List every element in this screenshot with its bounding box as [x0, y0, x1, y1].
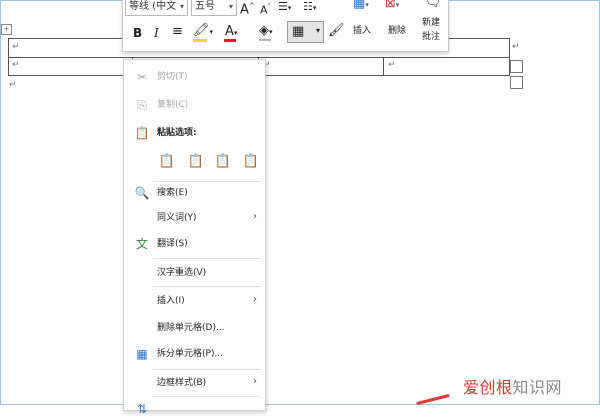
menu-item-label: 复制(C)	[157, 100, 189, 110]
grow-font-button[interactable]: A^	[240, 0, 255, 17]
watermark-suffix: 知识网	[512, 378, 563, 397]
table-cell-paragraph-mark: ↵	[12, 42, 20, 52]
paragraph-mark: ↵	[9, 80, 17, 90]
delete-table-icon[interactable]: ⊠▾	[385, 0, 399, 12]
menu-item-insert[interactable]: 插入(I) ›	[124, 290, 265, 312]
menu-separator	[153, 286, 261, 287]
menu-item-label: 搜索(E)	[157, 188, 188, 198]
clipboard-icon: 📋	[134, 126, 150, 140]
borders-button[interactable]: ▦ ▾	[287, 21, 324, 43]
table-resize-handle[interactable]	[510, 76, 523, 89]
new-comment-label[interactable]: 新建	[422, 17, 440, 29]
menu-item-copy[interactable]: ⎘ 复制(C)	[124, 94, 265, 116]
table-cell-paragraph-mark: ↵	[12, 60, 20, 70]
mini-toolbar: 等线 (中文 ▾ 五号 ▾ A^ Aˇ ☰▾ ☷▾ ▦▾ ⊠▾ 🗨 B I ≡ …	[122, 0, 449, 52]
submenu-arrow-icon: ›	[253, 211, 257, 222]
font-color-bar	[224, 39, 236, 42]
watermark: 爱创根知识网	[463, 374, 562, 398]
shading-color-bar	[259, 39, 271, 41]
menu-item-paste-options: 📋 粘贴选项:	[124, 122, 265, 144]
paste-merge-formatting-icon[interactable]: 📋	[187, 152, 205, 172]
menu-item-reconvert[interactable]: 汉字重选(V)	[124, 262, 265, 284]
menu-item-label: 删除单元格(D)...	[157, 323, 225, 333]
menu-item-border-styles[interactable]: 边框样式(B) ›	[124, 372, 265, 394]
split-cells-icon: ▦	[136, 347, 148, 361]
table-row-divider	[9, 57, 509, 58]
menu-item-translate[interactable]: 文 翻译(S)	[124, 233, 265, 255]
row-end-mark: ↵	[512, 42, 520, 52]
font-name-value: 等线 (中文	[129, 1, 177, 12]
menu-item-label: 剪切(T)	[157, 72, 188, 82]
table-cell-paragraph-mark: ↵	[388, 60, 396, 70]
font-size-dropdown[interactable]: 五号 ▾	[191, 0, 237, 16]
menu-item-label: 粘贴选项:	[157, 128, 197, 138]
menu-separator	[153, 369, 261, 370]
row-end-handle	[510, 60, 523, 73]
menu-separator	[153, 396, 261, 397]
chevron-down-icon: ▾	[315, 26, 320, 35]
menu-item-cut[interactable]: ✂ 剪切(T)	[124, 66, 265, 88]
chevron-down-icon: ▾	[228, 2, 233, 11]
copy-icon: ⎘	[137, 98, 147, 112]
shading-icon[interactable]: ◈▾	[259, 24, 273, 39]
chevron-down-icon: ▾	[179, 2, 184, 11]
watermark-prefix: 爱创根	[463, 378, 513, 397]
highlight-icon[interactable]: 🖍▾	[193, 24, 213, 39]
context-menu: ✂ 剪切(T) ⎘ 复制(C) 📋 粘贴选项: 📋 📋 📋 📋 🔍 搜索(E) …	[123, 59, 266, 416]
submenu-arrow-icon: ›	[253, 376, 257, 387]
search-icon: 🔍	[134, 186, 150, 200]
bold-button[interactable]: B	[133, 26, 142, 40]
paste-picture-icon[interactable]: 📋	[214, 152, 232, 172]
menu-item-label: 拆分单元格(P)...	[157, 349, 224, 359]
insert-table-icon[interactable]: ▦▾	[353, 0, 369, 12]
menu-item-synonyms[interactable]: 同义词(Y) ›	[124, 207, 265, 229]
translate-icon: 文	[135, 237, 148, 251]
menu-item-delete-cells[interactable]: 删除单元格(D)...	[124, 317, 265, 339]
font-size-value: 五号	[195, 1, 215, 12]
numbering-icon[interactable]: ☷▾	[303, 0, 316, 15]
paste-keep-formatting-icon[interactable]: 📋	[158, 152, 176, 172]
menu-item-split-cells[interactable]: ▦ 拆分单元格(P)...	[124, 343, 265, 365]
menu-separator	[153, 258, 261, 259]
table-column-divider	[383, 58, 384, 75]
menu-item-label: 插入(I)	[157, 296, 185, 306]
menu-item-search[interactable]: 🔍 搜索(E)	[124, 182, 265, 204]
menu-item-label: 翻译(S)	[157, 239, 188, 249]
delete-button[interactable]: 删除	[388, 25, 406, 37]
menu-item-label: 同义词(Y)	[157, 213, 197, 223]
italic-button[interactable]: I	[154, 26, 159, 40]
paste-text-only-icon[interactable]: 📋	[242, 152, 260, 172]
submenu-arrow-icon: ›	[253, 294, 257, 305]
text-direction-icon: ⇅	[136, 402, 148, 416]
center-align-icon[interactable]: ≡	[172, 25, 183, 39]
format-painter-icon[interactable]: 🖌	[328, 24, 345, 38]
scissors-icon: ✂	[136, 70, 148, 84]
menu-item-text-direction[interactable]: ⇅	[124, 398, 265, 420]
insert-button[interactable]: 插入	[353, 25, 371, 37]
font-color-icon[interactable]: A▾	[225, 25, 237, 40]
shrink-font-button[interactable]: Aˇ	[260, 0, 271, 18]
menu-item-label: 汉字重选(V)	[157, 268, 207, 278]
table-move-handle[interactable]: +	[1, 24, 12, 35]
highlight-color-bar	[193, 39, 207, 42]
menu-item-label: 边框样式(B)	[157, 378, 207, 388]
font-name-dropdown[interactable]: 等线 (中文 ▾	[125, 0, 188, 16]
borders-icon: ▦	[292, 24, 305, 39]
new-comment-label-2[interactable]: 批注	[422, 31, 440, 43]
new-comment-icon[interactable]: 🗨	[425, 0, 442, 10]
bullets-icon[interactable]: ☰▾	[278, 0, 291, 15]
